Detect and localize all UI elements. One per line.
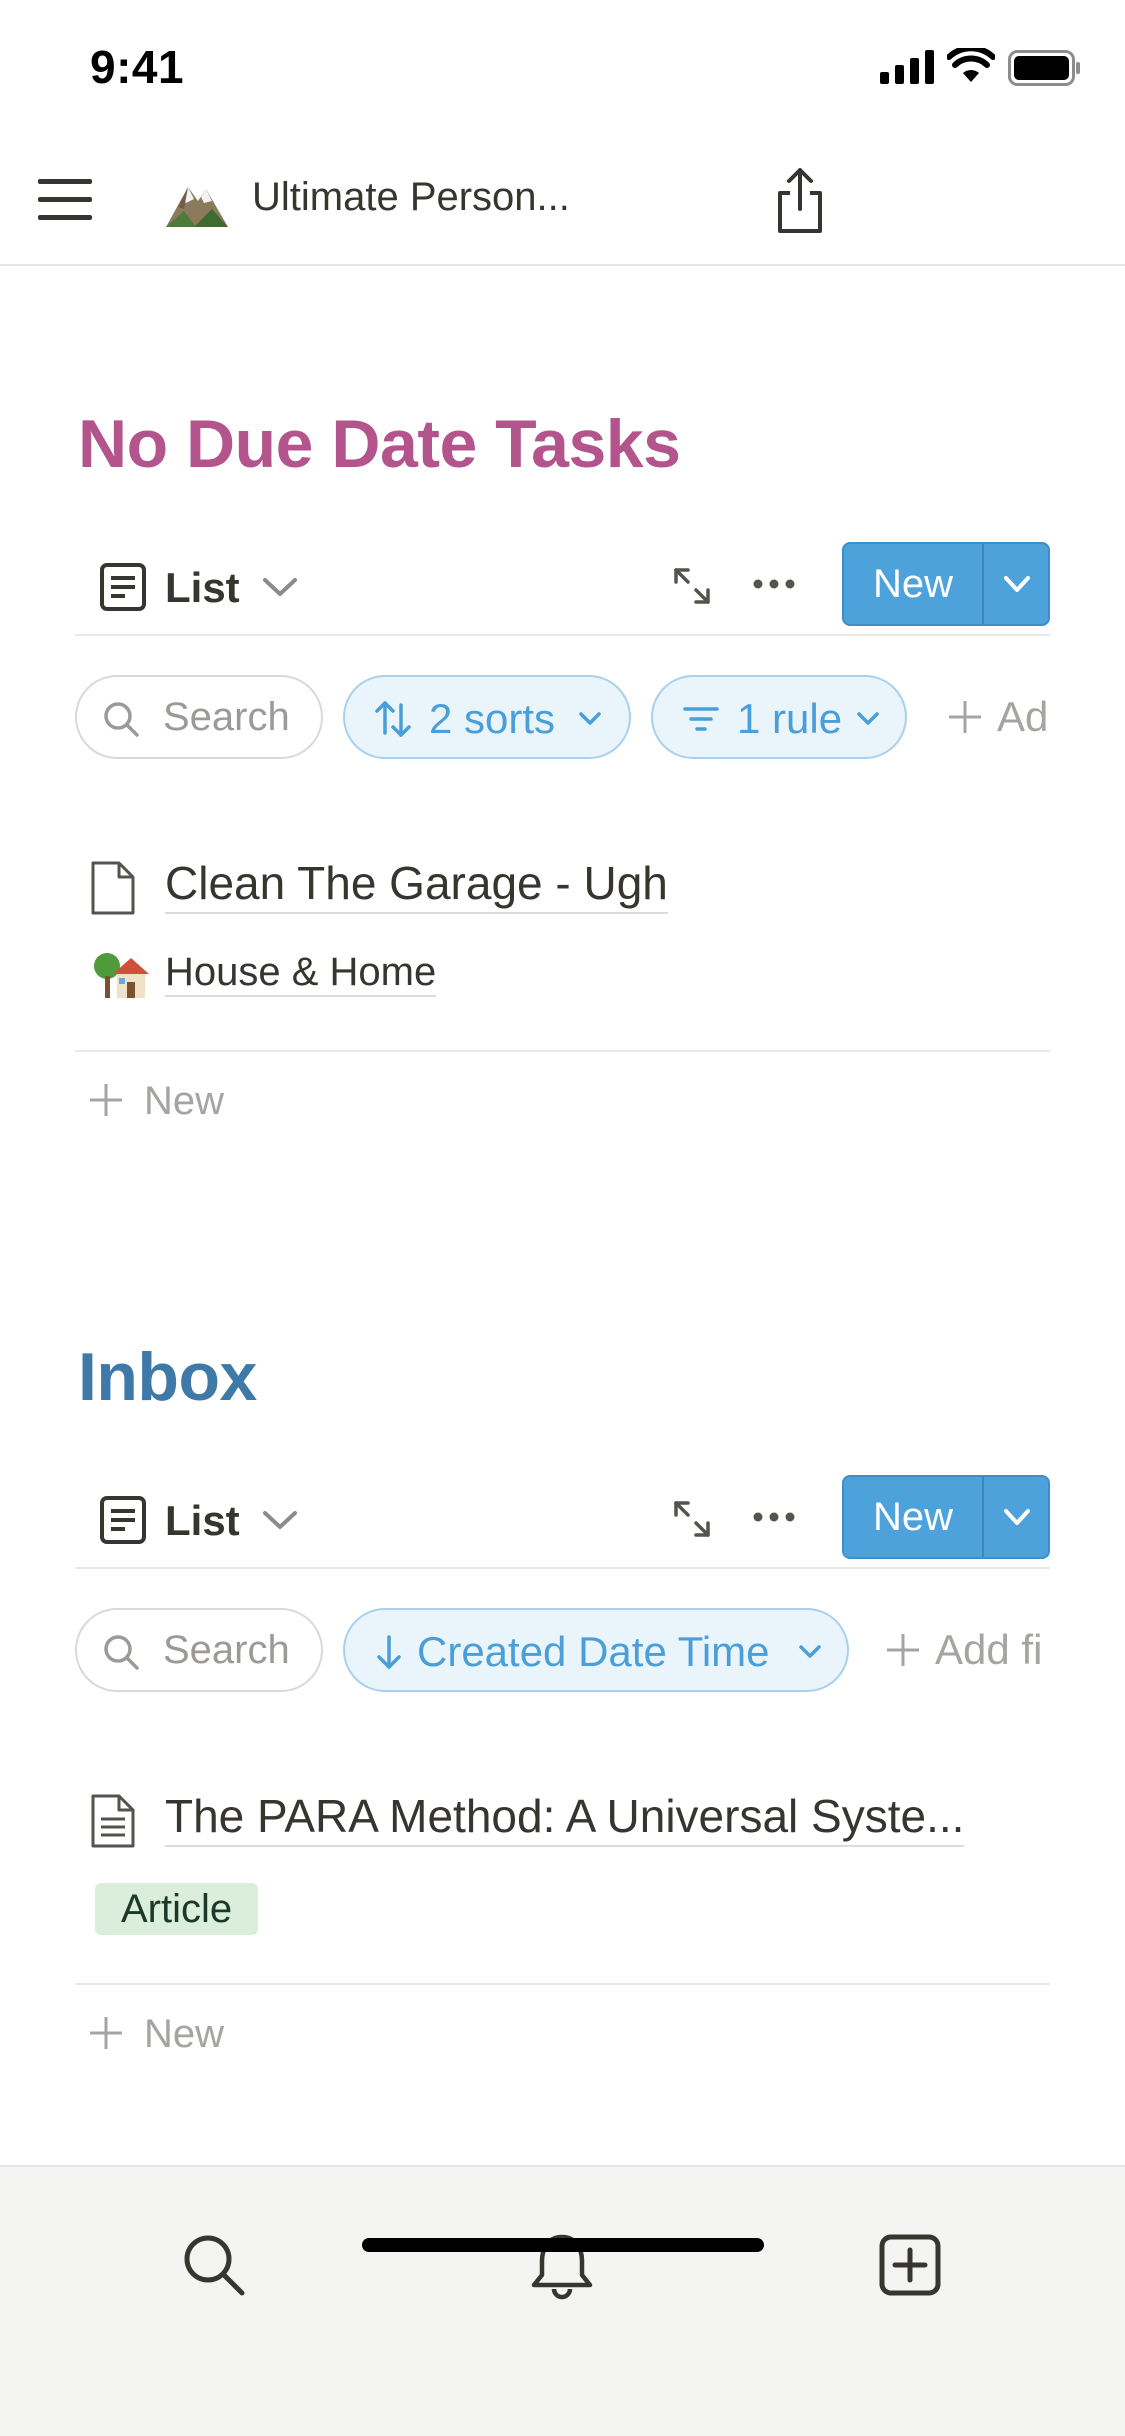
expand-icon[interactable] bbox=[670, 564, 714, 608]
new-button-label[interactable]: New bbox=[844, 1477, 982, 1557]
chevron-down-icon[interactable] bbox=[261, 572, 299, 602]
cellular-signal-icon bbox=[880, 50, 934, 84]
sort-label: Created Date Time bbox=[417, 1628, 770, 1675]
status-time: 9:41 bbox=[90, 41, 185, 93]
sort-icon bbox=[375, 701, 411, 737]
divider bbox=[75, 1050, 1050, 1052]
plus-icon bbox=[90, 2017, 122, 2049]
list-view-icon[interactable] bbox=[99, 1495, 147, 1545]
add-filter-label: Ad bbox=[997, 693, 1049, 740]
home-indicator bbox=[362, 2238, 764, 2252]
sort-label: 2 sorts bbox=[429, 695, 556, 742]
page-icon bbox=[91, 861, 135, 915]
filter-bar: Search Created Date Time Add fi bbox=[75, 1608, 1055, 1692]
chevron-down-icon[interactable] bbox=[984, 544, 1050, 624]
tag-badge: Article bbox=[95, 1883, 259, 1935]
search-pill[interactable]: Search bbox=[75, 1608, 323, 1692]
add-filter-button[interactable]: Ad bbox=[947, 693, 1048, 741]
view-selector[interactable]: List bbox=[165, 564, 240, 612]
house-garden-icon bbox=[94, 953, 149, 998]
chevron-down-icon[interactable] bbox=[984, 1477, 1050, 1557]
mountain-icon[interactable] bbox=[164, 169, 230, 231]
chevron-down-icon[interactable] bbox=[261, 1505, 299, 1535]
wifi-icon bbox=[947, 48, 995, 82]
database-toolbar: List New bbox=[75, 538, 1050, 636]
section-title-no-due-date-tasks[interactable]: No Due Date Tasks bbox=[78, 405, 681, 483]
search-icon bbox=[104, 702, 139, 737]
add-new-label: New bbox=[144, 2012, 225, 2056]
list-view-icon[interactable] bbox=[99, 562, 147, 612]
chevron-down-icon bbox=[799, 1645, 821, 1658]
plus-icon bbox=[887, 1634, 919, 1666]
new-entry-button[interactable]: New bbox=[842, 542, 1050, 626]
new-button-label[interactable]: New bbox=[844, 544, 982, 624]
new-entry-button[interactable]: New bbox=[842, 1475, 1050, 1559]
sort-pill[interactable]: 2 sorts bbox=[343, 675, 631, 759]
plus-icon bbox=[90, 1084, 122, 1116]
status-bar: 9:41 bbox=[0, 0, 1125, 135]
battery-icon bbox=[1008, 50, 1080, 86]
more-options-icon[interactable] bbox=[752, 1509, 796, 1525]
top-navigation-bar: Ultimate Person... bbox=[0, 135, 1125, 266]
view-selector[interactable]: List bbox=[165, 1497, 240, 1545]
search-placeholder: Search bbox=[163, 695, 290, 739]
add-new-label: New bbox=[144, 1079, 225, 1123]
plus-icon bbox=[949, 701, 981, 733]
relation-link[interactable]: House & Home bbox=[165, 950, 437, 997]
bottom-tab-bar bbox=[0, 2165, 1125, 2436]
add-filter-label: Add fi bbox=[935, 1626, 1043, 1673]
document-icon bbox=[91, 1794, 135, 1848]
menu-icon[interactable] bbox=[36, 171, 96, 227]
database-toolbar: List New bbox=[75, 1471, 1050, 1569]
section-title-inbox[interactable]: Inbox bbox=[78, 1338, 257, 1416]
filter-label: 1 rule bbox=[737, 695, 843, 742]
add-new-row-button[interactable]: New bbox=[88, 2011, 224, 2057]
filter-pill[interactable]: 1 rule bbox=[651, 675, 907, 759]
search-icon[interactable] bbox=[178, 2229, 250, 2301]
share-icon[interactable] bbox=[770, 165, 830, 235]
add-filter-button[interactable]: Add fi bbox=[885, 1626, 1042, 1674]
chevron-down-icon bbox=[857, 712, 879, 725]
expand-icon[interactable] bbox=[670, 1497, 714, 1541]
item-title[interactable]: Clean The Garage - Ugh bbox=[165, 856, 668, 914]
filter-icon bbox=[683, 707, 719, 731]
add-new-row-button[interactable]: New bbox=[88, 1078, 224, 1124]
chevron-down-icon bbox=[579, 712, 601, 725]
search-icon bbox=[104, 1635, 139, 1670]
list-item[interactable]: Clean The Garage - Ugh House & Home bbox=[75, 850, 1050, 1010]
search-pill[interactable]: Search bbox=[75, 675, 323, 759]
search-placeholder: Search bbox=[163, 1628, 290, 1672]
more-options-icon[interactable] bbox=[752, 576, 796, 592]
divider bbox=[75, 1983, 1050, 1985]
arrow-down-icon bbox=[377, 1635, 401, 1669]
item-title[interactable]: The PARA Method: A Universal Syste... bbox=[165, 1789, 965, 1847]
page-title[interactable]: Ultimate Person... bbox=[252, 175, 570, 220]
list-item[interactable]: The PARA Method: A Universal Syste... Ar… bbox=[75, 1783, 1050, 1943]
sort-pill[interactable]: Created Date Time bbox=[343, 1608, 849, 1692]
filter-bar: Search 2 sorts 1 rule Ad bbox=[75, 675, 1055, 759]
add-page-icon[interactable] bbox=[874, 2229, 946, 2301]
